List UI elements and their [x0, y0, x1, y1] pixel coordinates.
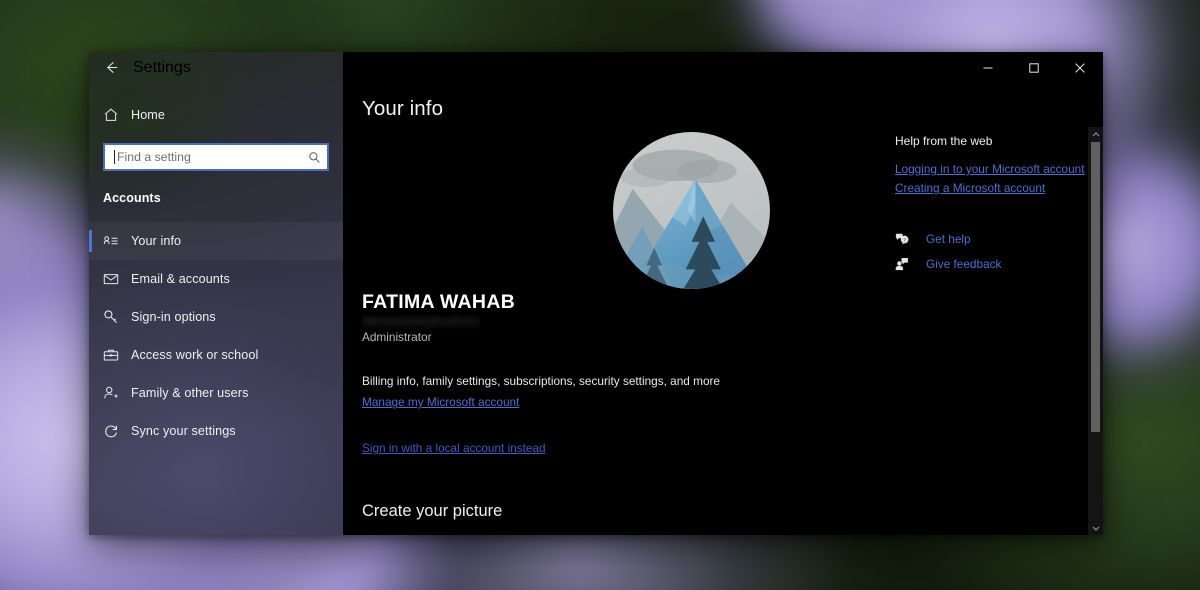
sidebar-item-email-accounts[interactable]: Email & accounts	[89, 260, 343, 298]
maximize-button[interactable]	[1011, 52, 1057, 83]
sidebar-nav-list: Your info Email & accounts Sign-in optio…	[89, 222, 343, 450]
key-icon	[103, 309, 131, 325]
feedback-person-icon	[895, 257, 917, 271]
person-add-icon	[103, 385, 131, 401]
chevron-down-icon[interactable]	[1088, 520, 1103, 535]
sidebar-section-title: Accounts	[103, 191, 161, 205]
search-box[interactable]	[103, 143, 329, 171]
account-name: FATIMA WAHAB	[362, 291, 516, 313]
help-action-label: Get help	[926, 232, 971, 246]
envelope-icon	[103, 271, 131, 287]
sidebar-item-sign-in-options[interactable]: Sign-in options	[89, 298, 343, 336]
navigation-pane: Settings Home Find a setting Accounts Yo…	[89, 52, 343, 535]
sidebar-item-label: Sign-in options	[131, 310, 216, 324]
back-button[interactable]	[89, 52, 133, 83]
sync-icon	[103, 423, 131, 439]
content-scrollbar[interactable]	[1088, 127, 1103, 535]
help-panel-title: Help from the web	[895, 134, 993, 148]
text-caret	[114, 150, 115, 164]
search-input[interactable]	[117, 150, 305, 164]
help-link[interactable]: Creating a Microsoft account	[895, 179, 1095, 198]
search-container	[103, 143, 329, 171]
sidebar-item-label: Email & accounts	[131, 272, 230, 286]
help-action-label: Give feedback	[926, 257, 1002, 271]
scrollbar-thumb[interactable]	[1091, 142, 1100, 432]
avatar[interactable]	[613, 132, 770, 289]
get-help-action[interactable]: ? Get help	[895, 227, 1095, 251]
sidebar-item-your-info[interactable]: Your info	[89, 222, 343, 260]
user-card-icon	[103, 233, 131, 249]
sidebar-item-label: Access work or school	[131, 348, 259, 362]
sidebar-item-access-work-school[interactable]: Access work or school	[89, 336, 343, 374]
search-icon[interactable]	[305, 148, 323, 166]
sidebar-item-family-other-users[interactable]: Family & other users	[89, 374, 343, 412]
content-pane: Your info FATIMA WAHAB fatimawahab@outlo…	[343, 52, 1103, 535]
help-actions: ? Get help Give feedback	[895, 227, 1095, 276]
close-button[interactable]	[1057, 52, 1103, 83]
help-panel: Help from the web Logging in to your Mic…	[895, 134, 1095, 277]
minimize-button[interactable]	[965, 52, 1011, 83]
mountain-landscape-avatar	[613, 132, 770, 289]
window-titlebar: Settings	[89, 52, 343, 83]
sidebar-item-label: Home	[131, 108, 165, 122]
home-icon	[103, 107, 131, 123]
sidebar-item-sync-your-settings[interactable]: Sync your settings	[89, 412, 343, 450]
briefcase-icon	[103, 347, 131, 363]
sidebar-item-home[interactable]: Home	[89, 98, 343, 132]
account-role: Administrator	[362, 330, 432, 345]
desktop: Settings Home Find a setting Accounts Yo…	[0, 0, 1200, 590]
account-email-redacted: fatimawahab@outlook.com	[362, 316, 480, 329]
sidebar-item-label: Family & other users	[131, 386, 249, 400]
help-link[interactable]: Logging in to your Microsoft account	[895, 160, 1095, 179]
scrollbar-track[interactable]	[1088, 142, 1103, 520]
sidebar-item-label: Sync your settings	[131, 424, 236, 438]
manage-microsoft-account-link[interactable]: Manage my Microsoft account	[362, 395, 519, 409]
settings-window: Settings Home Find a setting Accounts Yo…	[89, 52, 1103, 535]
sign-in-local-account-link[interactable]: Sign in with a local account instead	[362, 441, 546, 455]
page-title: Your info	[362, 97, 444, 120]
create-picture-heading: Create your picture	[362, 502, 503, 520]
chevron-up-icon[interactable]	[1088, 127, 1103, 142]
question-bubble-icon: ?	[895, 232, 917, 246]
window-controls	[965, 52, 1103, 83]
sidebar-item-label: Your info	[131, 234, 182, 248]
account-description: Billing info, family settings, subscript…	[362, 374, 720, 389]
window-title: Settings	[133, 58, 191, 76]
account-info: FATIMA WAHAB fatimawahab@outlook.com Adm…	[362, 292, 882, 411]
give-feedback-action[interactable]: Give feedback	[895, 252, 1095, 276]
